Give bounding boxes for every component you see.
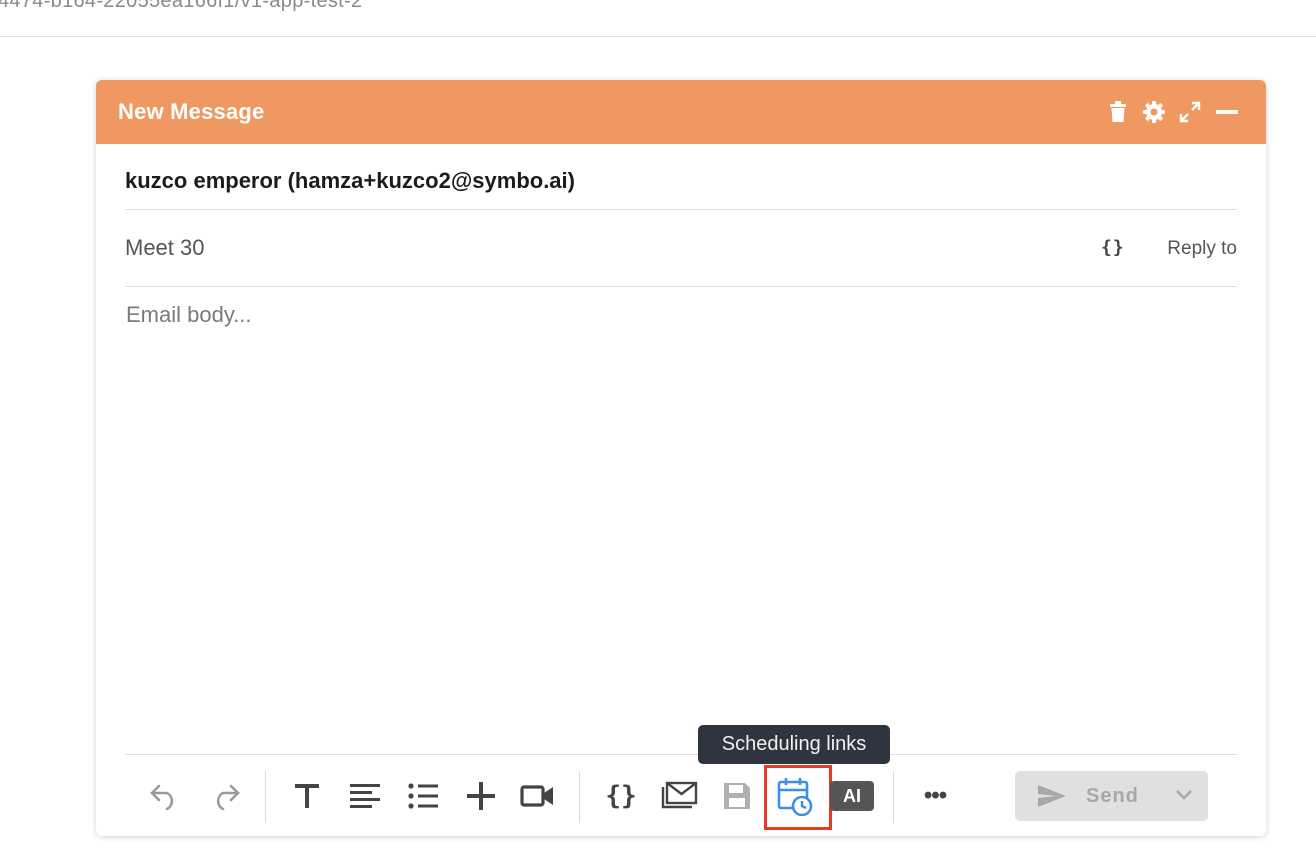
toolbar-separator <box>893 771 894 823</box>
expand-icon[interactable] <box>1176 98 1204 126</box>
to-row[interactable]: kuzco emperor (hamza+kuzco2@symbo.ai) <box>125 144 1237 210</box>
email-composer: New Message kuzco emperor (hamza+kuzco2@… <box>96 80 1266 836</box>
send-icon <box>1037 784 1067 813</box>
email-body-input[interactable]: Email body... <box>126 302 252 328</box>
ai-icon: AI <box>830 781 874 811</box>
plus-icon[interactable] <box>460 771 502 821</box>
recipient[interactable]: kuzco emperor (hamza+kuzco2@symbo.ai) <box>125 168 575 194</box>
subject-row[interactable]: Meet 30 {} Reply to <box>125 210 1237 287</box>
gear-icon[interactable] <box>1140 98 1168 126</box>
toolbar-separator <box>579 771 580 823</box>
ai-button[interactable]: AI <box>830 771 874 821</box>
undo-icon[interactable] <box>144 771 186 821</box>
scheduling-links-highlight <box>764 765 832 830</box>
reply-to-link[interactable]: Reply to <box>1167 238 1237 260</box>
send-label: Send <box>1086 785 1139 807</box>
scheduling-links-tooltip: Scheduling links <box>698 725 890 764</box>
toolbar-divider <box>125 754 1237 755</box>
align-icon[interactable] <box>344 771 386 821</box>
save-icon[interactable] <box>716 771 758 821</box>
video-icon[interactable] <box>516 771 558 821</box>
send-button[interactable]: Send <box>1015 771 1208 821</box>
url-text: 4474-b164-22055ea166f1/v1-app-test-2 <box>0 0 363 12</box>
subject-variables-button[interactable]: {} <box>1101 237 1125 258</box>
minimize-icon[interactable] <box>1213 98 1241 126</box>
redo-icon[interactable] <box>204 771 246 821</box>
text-format-icon[interactable] <box>286 771 328 821</box>
subject-field[interactable]: Meet 30 <box>125 235 205 261</box>
chevron-down-icon[interactable] <box>1175 785 1193 808</box>
composer-header: New Message <box>96 80 1266 144</box>
composer-title: New Message <box>118 99 265 124</box>
browser-url-bar: 4474-b164-22055ea166f1/v1-app-test-2 <box>0 0 1316 37</box>
list-icon[interactable] <box>402 771 444 821</box>
toolbar-separator <box>265 771 266 823</box>
trash-icon[interactable] <box>1104 98 1132 126</box>
more-icon[interactable]: ••• <box>914 771 956 821</box>
template-icon[interactable] <box>658 771 700 821</box>
variables-icon[interactable]: {} <box>600 771 642 821</box>
